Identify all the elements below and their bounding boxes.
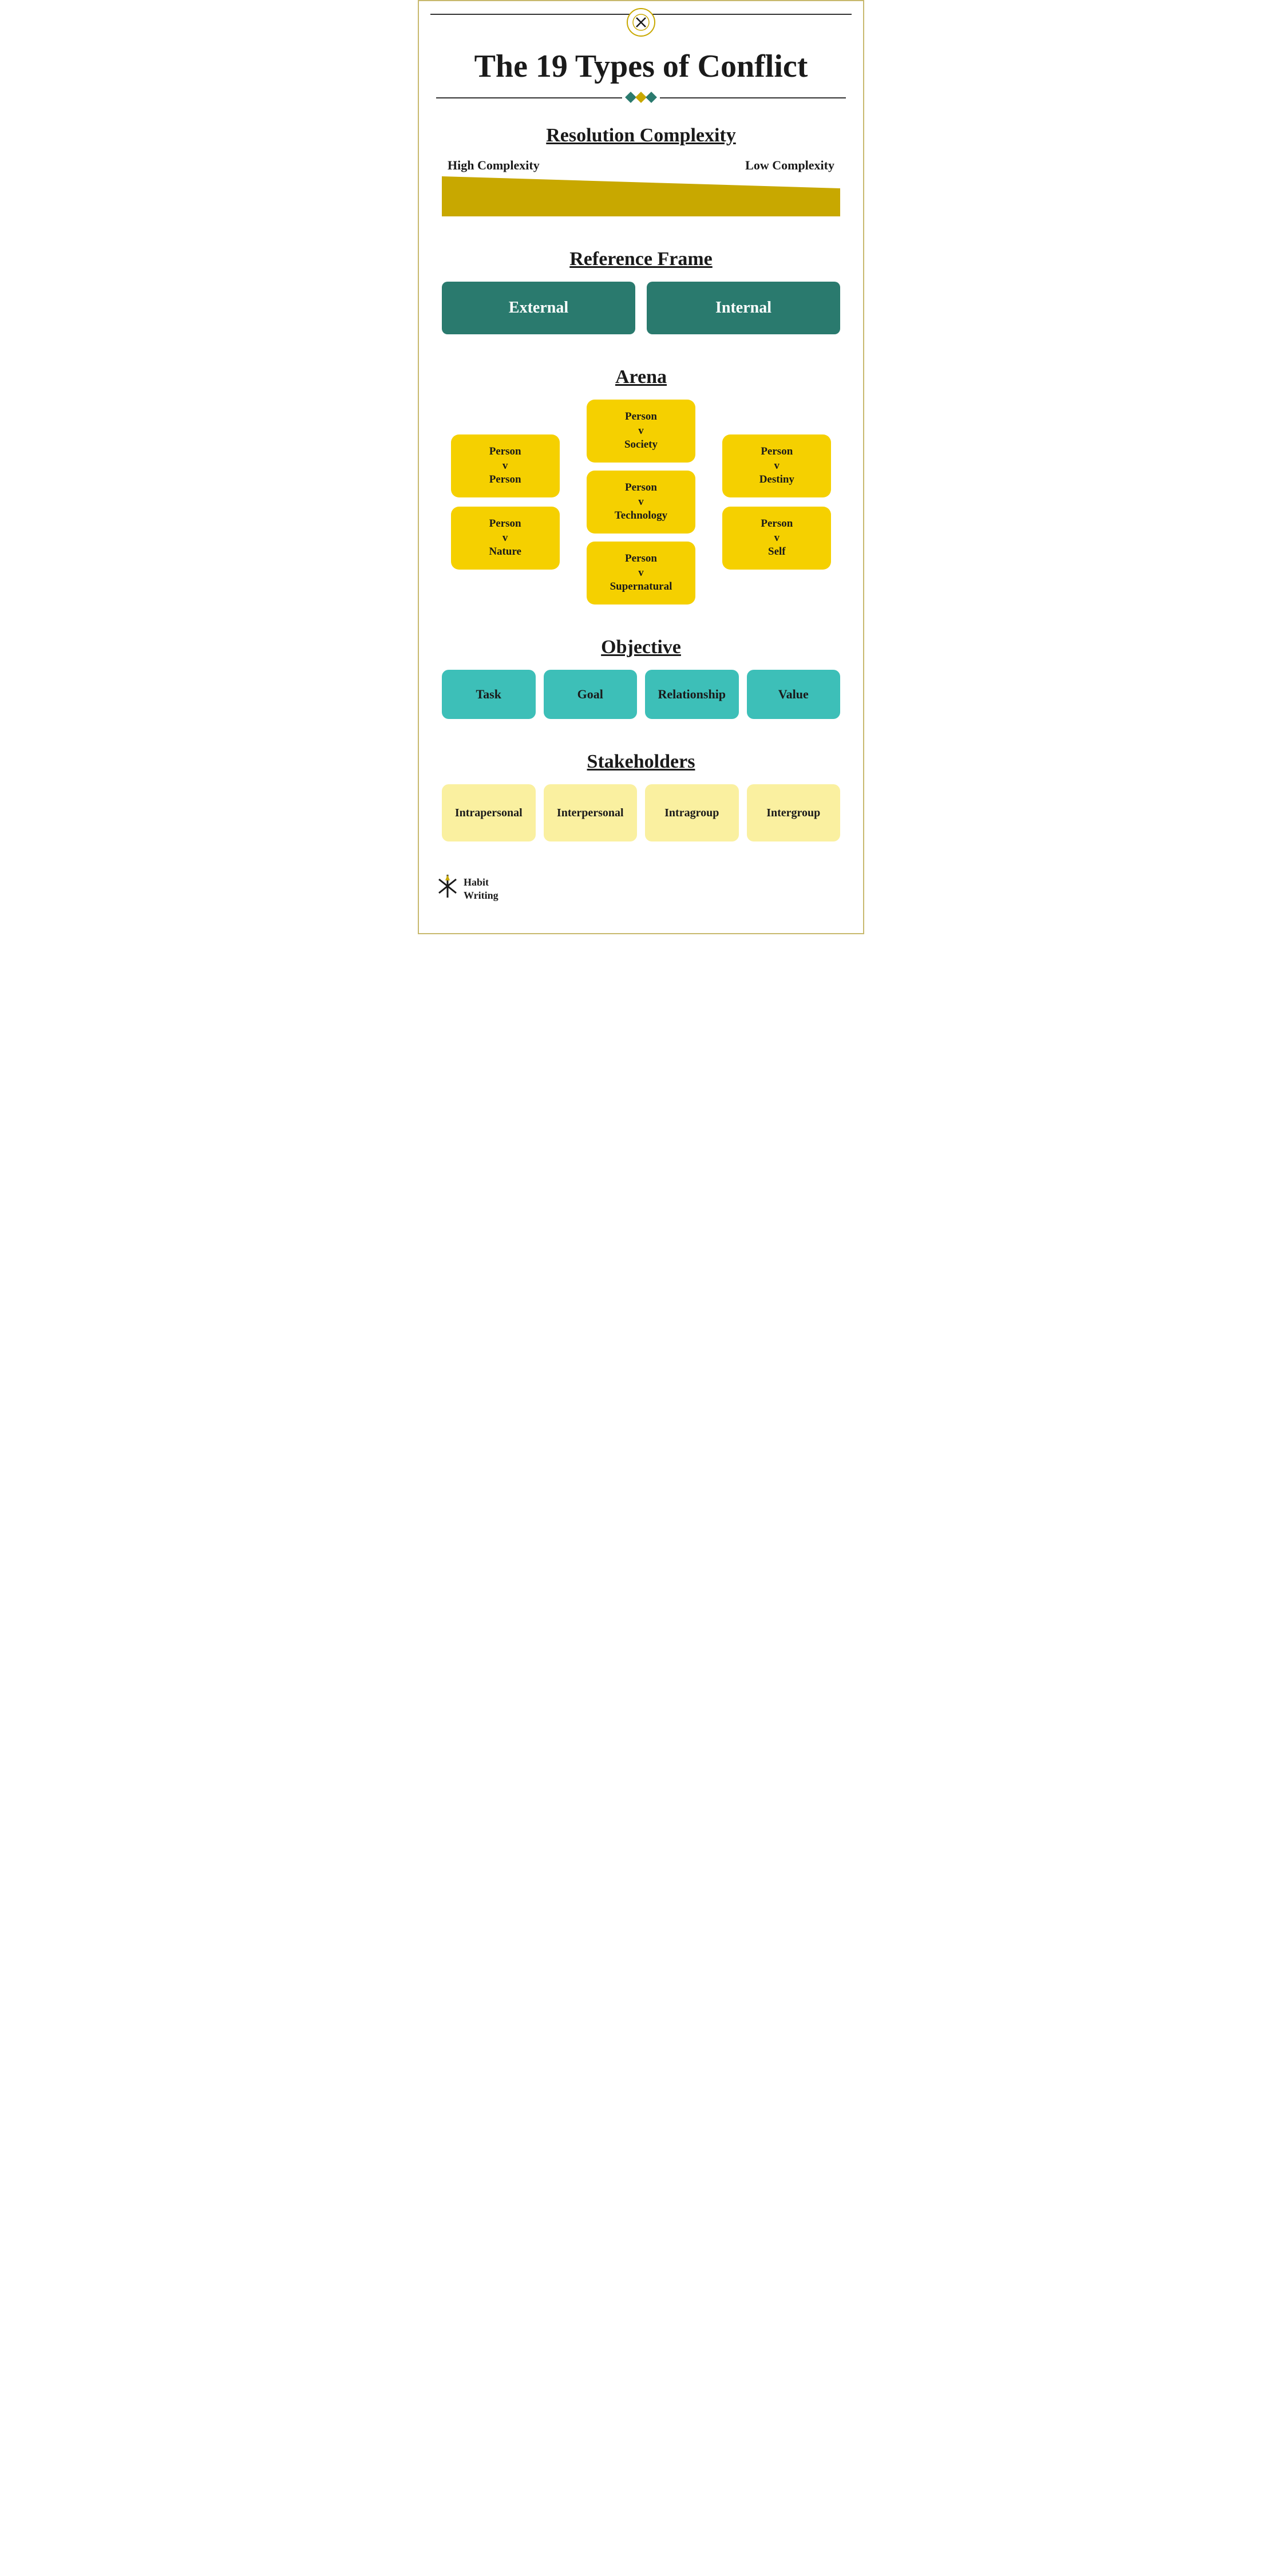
arena-person-nature: PersonvNature [451, 507, 560, 570]
objective-relationship: Relationship [645, 670, 739, 719]
stakeholders-section: Stakeholders Intrapersonal Interpersonal… [419, 740, 863, 853]
arena-right-col: PersonvDestiny PersonvSelf [722, 434, 831, 570]
arena-person-person: PersonvPerson [451, 434, 560, 497]
resolution-labels: High Complexity Low Complexity [442, 158, 840, 173]
arena-heading: Arena [442, 366, 840, 388]
footer-x-icon [436, 874, 459, 904]
stakeholders-boxes: Intrapersonal Interpersonal Intragroup I… [442, 784, 840, 841]
diamond-group [622, 93, 660, 101]
arena-section: Arena PersonvPerson PersonvNature Person… [419, 355, 863, 616]
arena-center-col: PersonvSociety PersonvTechnology Personv… [587, 400, 695, 605]
page-title: The 19 Types of Conflict [419, 37, 863, 90]
resolution-section: Resolution Complexity High Complexity Lo… [419, 113, 863, 228]
resolution-bar-shape [442, 176, 840, 216]
arena-grid: PersonvPerson PersonvNature PersonvSocie… [442, 400, 840, 605]
objective-value: Value [747, 670, 841, 719]
brand-icon [436, 874, 459, 899]
reference-section: Reference Frame External Internal [419, 237, 863, 346]
objective-boxes: Task Goal Relationship Value [442, 670, 840, 719]
stakeholder-intragroup: Intragroup [645, 784, 739, 841]
objective-section: Objective Task Goal Relationship Value [419, 625, 863, 730]
arena-person-self: PersonvSelf [722, 507, 831, 570]
footer: HabitWriting [419, 862, 863, 910]
low-complexity-label: Low Complexity [745, 158, 834, 173]
objective-goal: Goal [544, 670, 638, 719]
arena-person-destiny: PersonvDestiny [722, 434, 831, 497]
high-complexity-label: High Complexity [448, 158, 540, 173]
diamond-teal-2 [646, 92, 657, 103]
arena-person-society: PersonvSociety [587, 400, 695, 463]
title-divider [419, 90, 863, 104]
external-box: External [442, 282, 635, 334]
objective-heading: Objective [442, 637, 840, 658]
stakeholders-heading: Stakeholders [442, 751, 840, 773]
stakeholder-interpersonal: Interpersonal [544, 784, 638, 841]
stakeholder-intrapersonal: Intrapersonal [442, 784, 536, 841]
footer-brand-text: HabitWriting [464, 876, 498, 903]
arena-person-supernatural: PersonvSupernatural [587, 542, 695, 605]
site-logo [627, 8, 655, 37]
objective-task: Task [442, 670, 536, 719]
arena-person-technology: PersonvTechnology [587, 471, 695, 534]
arena-left-col: PersonvPerson PersonvNature [451, 434, 560, 570]
diamond-teal-1 [625, 92, 636, 103]
resolution-heading: Resolution Complexity [442, 125, 840, 147]
resolution-bar [442, 176, 840, 216]
reference-heading: Reference Frame [442, 248, 840, 270]
stakeholder-intergroup: Intergroup [747, 784, 841, 841]
logo-icon [632, 13, 650, 31]
reference-boxes: External Internal [442, 282, 840, 334]
internal-box: Internal [647, 282, 840, 334]
top-header [419, 1, 863, 37]
diamond-yellow [635, 92, 647, 103]
